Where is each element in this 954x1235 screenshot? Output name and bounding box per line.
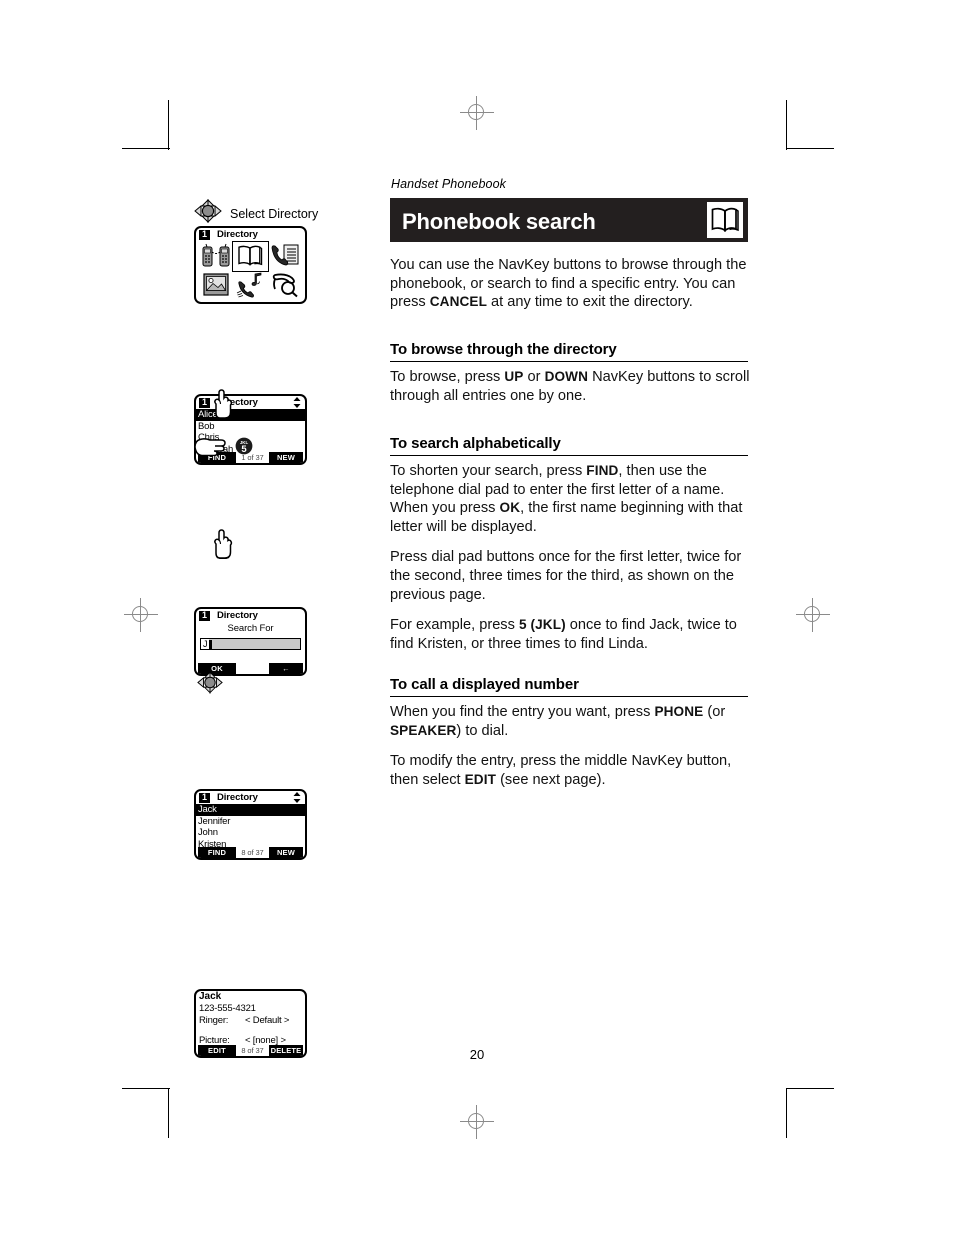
handset-screen-directory-menu: 1 Directory	[194, 226, 307, 304]
text-cursor	[208, 639, 212, 649]
list-item[interactable]: John	[196, 827, 305, 839]
open-book-icon	[707, 202, 743, 238]
handset-screen-directory-list-2: 1 Directory Jack Jennifer John Kristen F…	[194, 789, 307, 860]
search-input[interactable]: J	[200, 638, 301, 650]
up-down-arrows-icon	[293, 397, 301, 410]
page-number: 20	[469, 1047, 485, 1062]
section-browse: To browse through the directory To brows…	[390, 341, 750, 417]
softkey-back[interactable]: ←	[269, 663, 303, 674]
handset-screen-search-for: 1 Directory Search For J OK ←	[194, 607, 307, 676]
section-heading: To search alphabetically	[390, 435, 748, 456]
ringer-row[interactable]: Ringer: < Default >	[196, 1015, 305, 1027]
slot-badge: 1	[199, 610, 210, 621]
crop-mark-bottom-right-horizontal	[786, 1088, 834, 1089]
slot-badge: 1	[199, 792, 210, 803]
manual-page: Handset Phonebook Phonebook search You c…	[0, 0, 954, 1235]
softkey-new[interactable]: NEW	[269, 452, 303, 463]
slot-badge: 1	[199, 229, 210, 240]
entry-number: 123-555-4321	[199, 1003, 256, 1014]
page-title-bar: Phonebook search	[390, 198, 748, 242]
section-paragraph: Press dial pad buttons once for the firs…	[390, 549, 742, 603]
intro-paragraph: You can use the NavKey buttons to browse…	[390, 257, 747, 311]
section-paragraph: To shorten your search, press FIND, then…	[390, 463, 743, 535]
open-book-directory-icon[interactable]	[232, 241, 269, 272]
crop-mark-bottom-right-vertical	[786, 1088, 787, 1138]
softkey-find[interactable]: FIND	[198, 847, 236, 858]
registration-mark-right	[796, 598, 830, 632]
screen-title: Directory	[217, 610, 258, 621]
search-input-value: J	[201, 639, 209, 649]
crop-mark-bottom-left-horizontal	[122, 1088, 170, 1089]
registration-mark-bottom	[460, 1105, 494, 1139]
section-heading: To browse through the directory	[390, 341, 748, 362]
up-down-arrows-icon	[293, 792, 301, 805]
crop-mark-top-left-horizontal	[122, 148, 170, 149]
picture-frame-icon[interactable]	[199, 271, 233, 300]
phone-with-music-note-icon[interactable]	[233, 271, 267, 300]
entry-name: Jack	[199, 991, 222, 1002]
softkey-new[interactable]: NEW	[269, 847, 303, 858]
pointing-hand-right-icon	[194, 436, 226, 461]
section-paragraph: For example, press 5 (JKL) once to find …	[390, 617, 737, 652]
running-head: Handset Phonebook	[391, 177, 506, 191]
slot-badge: 1	[199, 397, 210, 408]
crop-mark-top-right-vertical	[786, 100, 787, 150]
menu-icon-grid	[196, 241, 305, 302]
navkey-icon	[197, 671, 223, 698]
list-item[interactable]: Jennifer	[196, 816, 305, 828]
phone-with-list-icon[interactable]	[268, 242, 302, 271]
crop-mark-top-left-vertical	[168, 100, 169, 150]
ringer-label: Ringer:	[199, 1015, 229, 1026]
dial-key-5-icon[interactable]: JKL 5	[235, 437, 253, 460]
phone-with-magnifier-icon[interactable]	[268, 271, 302, 300]
step1-caption-label: Select Directory	[230, 206, 319, 221]
ringer-value: < Default >	[245, 1015, 290, 1026]
section-search: To search alphabetically To shorten your…	[390, 435, 750, 665]
entry-counter: 8 of 37	[241, 848, 264, 857]
registration-mark-top	[460, 96, 494, 130]
page-title: Phonebook search	[402, 209, 596, 234]
screen-title-bar: 1 Directory	[196, 791, 305, 804]
screen-title: Directory	[217, 229, 258, 240]
list-item[interactable]: Jack	[196, 804, 305, 816]
search-for-label: Search For	[227, 623, 274, 634]
navkey-icon	[194, 198, 222, 228]
pointing-hand-up-icon	[211, 527, 237, 564]
crop-mark-bottom-left-vertical	[168, 1088, 169, 1138]
screen-title: Directory	[217, 792, 258, 803]
step3-hand-and-key: JKL 5	[194, 436, 253, 461]
screen-title-bar: 1 Directory	[196, 609, 305, 622]
two-handsets-intercom-icon[interactable]	[199, 242, 233, 271]
section-call: To call a displayed number When you find…	[390, 676, 750, 801]
svg-text:5: 5	[241, 444, 247, 455]
softkey-bar: FIND 8 of 37 NEW	[196, 847, 305, 858]
pointing-hand-up-icon	[211, 387, 237, 424]
screen-title-bar: 1 Directory	[196, 228, 305, 241]
crop-mark-top-right-horizontal	[786, 148, 834, 149]
step1-caption: Select Directory	[194, 198, 319, 228]
step5-navkey	[197, 671, 223, 699]
body-column: You can use the NavKey buttons to browse…	[390, 256, 750, 324]
section-paragraph: To browse, press UP or DOWN NavKey butto…	[390, 369, 750, 404]
section-paragraph: To modify the entry, press the middle Na…	[390, 753, 732, 788]
section-paragraph: When you find the entry you want, press …	[390, 704, 726, 739]
registration-mark-left	[124, 598, 158, 632]
section-heading: To call a displayed number	[390, 676, 748, 697]
